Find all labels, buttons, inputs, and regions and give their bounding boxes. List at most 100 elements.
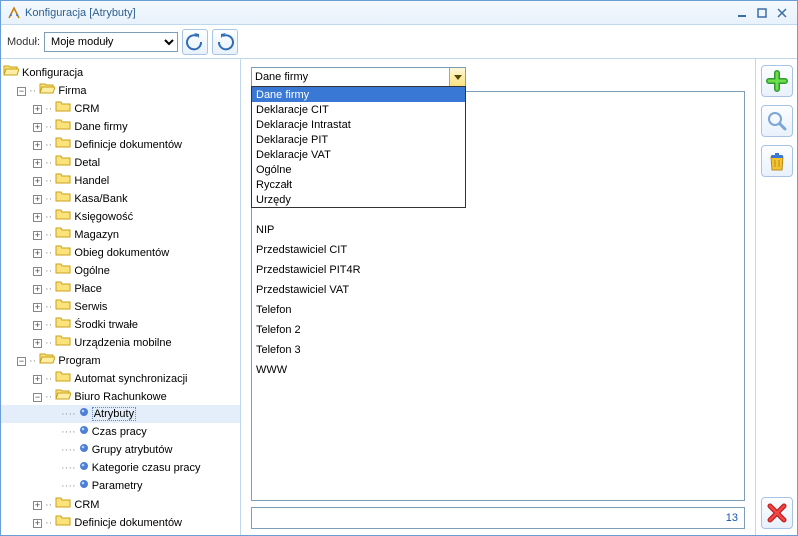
tree-biuro-leaf-3[interactable]: ···· Kategorie czasu pracy	[1, 459, 240, 477]
tree-firma-child-11[interactable]: +·· Serwis	[1, 297, 240, 315]
toggle-icon[interactable]: +	[33, 159, 42, 168]
combo-option-6[interactable]: Ryczałt	[252, 177, 465, 192]
tree-root-node[interactable]: Konfiguracja	[1, 63, 240, 81]
combo-option-0[interactable]: Dane firmy	[252, 87, 465, 102]
node-label: Parametry	[92, 480, 143, 492]
node-label: Serwis	[74, 301, 107, 313]
folder-icon	[39, 81, 55, 101]
folder-icon	[55, 297, 71, 317]
combo-dropdown-button[interactable]	[449, 68, 465, 86]
tree-firma-child-1[interactable]: +·· Dane firmy	[1, 117, 240, 135]
maximize-button[interactable]	[753, 6, 771, 20]
toggle-icon[interactable]: +	[33, 519, 42, 528]
node-label: Grupy atrybutów	[92, 444, 173, 456]
folder-icon	[55, 243, 71, 263]
tree-biuro-leaf-1[interactable]: ···· Czas pracy	[1, 423, 240, 441]
tree-firma-child-3[interactable]: +·· Detal	[1, 153, 240, 171]
toggle-icon[interactable]: −	[33, 393, 42, 402]
folder-icon	[55, 153, 71, 173]
toggle-icon[interactable]: +	[33, 303, 42, 312]
combo-option-1[interactable]: Deklaracje CIT	[252, 102, 465, 117]
node-label: Magazyn	[74, 229, 119, 241]
folder-icon	[55, 261, 71, 281]
toggle-icon[interactable]: −	[17, 87, 26, 96]
toggle-icon[interactable]: +	[33, 249, 42, 258]
combo-option-4[interactable]: Deklaracje VAT	[252, 147, 465, 162]
config-tree[interactable]: Konfiguracja−·· Firma+·· CRM+·· Dane fir…	[1, 59, 241, 535]
toggle-icon[interactable]: +	[33, 231, 42, 240]
node-label: Automat synchronizacji	[74, 373, 187, 385]
folder-icon	[55, 135, 71, 155]
tree-biuro-leaf-4[interactable]: ···· Parametry	[1, 477, 240, 495]
tree-biuro-leaf-2[interactable]: ···· Grupy atrybutów	[1, 441, 240, 459]
tree-firma[interactable]: −·· Firma	[1, 81, 240, 99]
tree-firma-child-6[interactable]: +·· Księgowość	[1, 207, 240, 225]
list-item-2[interactable]: Przedstawiciel PIT4R	[252, 264, 744, 284]
list-item-3[interactable]: Przedstawiciel VAT	[252, 284, 744, 304]
folder-icon	[55, 333, 71, 353]
toggle-icon[interactable]: +	[33, 339, 42, 348]
close-button[interactable]	[773, 6, 791, 20]
leaf-icon	[79, 459, 89, 477]
tree-firma-child-10[interactable]: +·· Płace	[1, 279, 240, 297]
minimize-button[interactable]	[733, 6, 751, 20]
list-item-1[interactable]: Przedstawiciel CIT	[252, 244, 744, 264]
folder-icon	[55, 495, 71, 515]
node-label: Firma	[58, 85, 86, 97]
tree-firma-child-8[interactable]: +·· Obieg dokumentów	[1, 243, 240, 261]
category-combo[interactable]	[251, 67, 466, 87]
node-label: Płace	[74, 283, 102, 295]
tree-biuro[interactable]: −·· Biuro Rachunkowe	[1, 387, 240, 405]
combo-option-3[interactable]: Deklaracje PIT	[252, 132, 465, 147]
combo-option-2[interactable]: Deklaracje Intrastat	[252, 117, 465, 132]
tree-firma-child-7[interactable]: +·· Magazyn	[1, 225, 240, 243]
tree-program-after-1[interactable]: +·· Definicje dokumentów	[1, 513, 240, 531]
tree-firma-child-0[interactable]: +·· CRM	[1, 99, 240, 117]
toggle-icon[interactable]: +	[33, 213, 42, 222]
combo-list[interactable]: Dane firmyDeklaracje CITDeklaracje Intra…	[251, 86, 466, 208]
tree-firma-child-4[interactable]: +·· Handel	[1, 171, 240, 189]
combo-option-5[interactable]: Ogólne	[252, 162, 465, 177]
tree-program-after-0[interactable]: +·· CRM	[1, 495, 240, 513]
delete-button[interactable]	[761, 145, 793, 177]
folder-icon	[55, 189, 71, 209]
back-button[interactable]	[182, 29, 208, 55]
node-label: Konfiguracja	[22, 67, 83, 79]
forward-button[interactable]	[212, 29, 238, 55]
list-item-7[interactable]: WWW	[252, 364, 744, 384]
toggle-icon[interactable]: +	[33, 141, 42, 150]
node-label: Ogólne	[74, 265, 109, 277]
node-label: Handel	[74, 175, 109, 187]
toggle-icon[interactable]: −	[17, 357, 26, 366]
tree-program-child-0[interactable]: +·· Automat synchronizacji	[1, 369, 240, 387]
list-item-0[interactable]: NIP	[252, 224, 744, 244]
tree-biuro-leaf-0[interactable]: ···· Atrybuty	[1, 405, 240, 423]
search-button[interactable]	[761, 105, 793, 137]
toggle-icon[interactable]: +	[33, 501, 42, 510]
toggle-icon[interactable]: +	[33, 267, 42, 276]
tree-firma-child-2[interactable]: +·· Definicje dokumentów	[1, 135, 240, 153]
tree-firma-child-12[interactable]: +·· Środki trwałe	[1, 315, 240, 333]
toggle-icon[interactable]: +	[33, 123, 42, 132]
tree-firma-child-13[interactable]: +·· Urządzenia mobilne	[1, 333, 240, 351]
list-item-6[interactable]: Telefon 3	[252, 344, 744, 364]
tree-firma-child-9[interactable]: +·· Ogólne	[1, 261, 240, 279]
combo-option-7[interactable]: Urzędy	[252, 192, 465, 207]
list-item-4[interactable]: Telefon	[252, 304, 744, 324]
toggle-icon[interactable]: +	[33, 195, 42, 204]
list-item-5[interactable]: Telefon 2	[252, 324, 744, 344]
toggle-icon[interactable]: +	[33, 105, 42, 114]
modul-select[interactable]: Moje moduły	[44, 32, 178, 52]
toggle-icon[interactable]: +	[33, 285, 42, 294]
add-button[interactable]	[761, 65, 793, 97]
app-icon	[7, 6, 21, 20]
toggle-icon[interactable]: +	[33, 321, 42, 330]
folder-icon	[55, 207, 71, 227]
toggle-icon[interactable]: +	[33, 177, 42, 186]
folder-icon	[55, 117, 71, 137]
cancel-button[interactable]	[761, 497, 793, 529]
leaf-icon	[79, 441, 89, 459]
tree-program[interactable]: −·· Program	[1, 351, 240, 369]
tree-firma-child-5[interactable]: +·· Kasa/Bank	[1, 189, 240, 207]
toggle-icon[interactable]: +	[33, 375, 42, 384]
